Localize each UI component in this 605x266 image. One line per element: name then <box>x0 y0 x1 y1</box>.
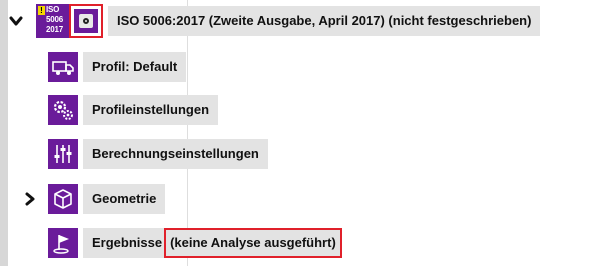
warning-icon: ! <box>38 6 45 15</box>
root-node-label[interactable]: ISO 5006:2017 (Zweite Ausgabe, April 201… <box>108 6 541 36</box>
record-icon <box>83 18 89 24</box>
tree-item-label: Geometrie <box>83 184 166 214</box>
flag-icon <box>48 228 78 258</box>
tree-item-label: Berechnungseinstellungen <box>83 139 268 169</box>
badge-text: ISO 5006 2017 <box>46 5 63 34</box>
chevron-right-icon[interactable] <box>23 192 37 206</box>
tree-item-profileinstellungen[interactable]: Profileinstellungen <box>48 95 219 125</box>
tree-guide-line <box>187 0 188 266</box>
tree-item-berechnungseinstellungen[interactable]: Berechnungseinstellungen <box>48 139 268 169</box>
sliders-icon <box>48 139 78 169</box>
record-button[interactable] <box>74 9 98 33</box>
tree-item-profil[interactable]: Profil: Default <box>48 52 187 82</box>
tree-item-label: Profil: Default <box>83 52 187 82</box>
chevron-down-icon[interactable] <box>9 14 23 28</box>
truck-icon <box>48 52 78 82</box>
tree-item-ergebnisse[interactable]: Ergebnisse (keine Analyse ausgeführt) <box>48 228 342 258</box>
cube-icon <box>48 184 78 214</box>
gears-icon <box>48 95 78 125</box>
tree-item-label: Ergebnisse (keine Analyse ausgeführt) <box>83 228 342 258</box>
iso-standard-badge: ! ISO 5006 2017 <box>36 4 70 38</box>
tree-item-geometrie[interactable]: Geometrie <box>48 184 166 214</box>
tree-item-label: Profileinstellungen <box>83 95 219 125</box>
left-gutter <box>0 0 8 266</box>
analysis-status: (keine Analyse ausgeführt) <box>164 228 342 258</box>
